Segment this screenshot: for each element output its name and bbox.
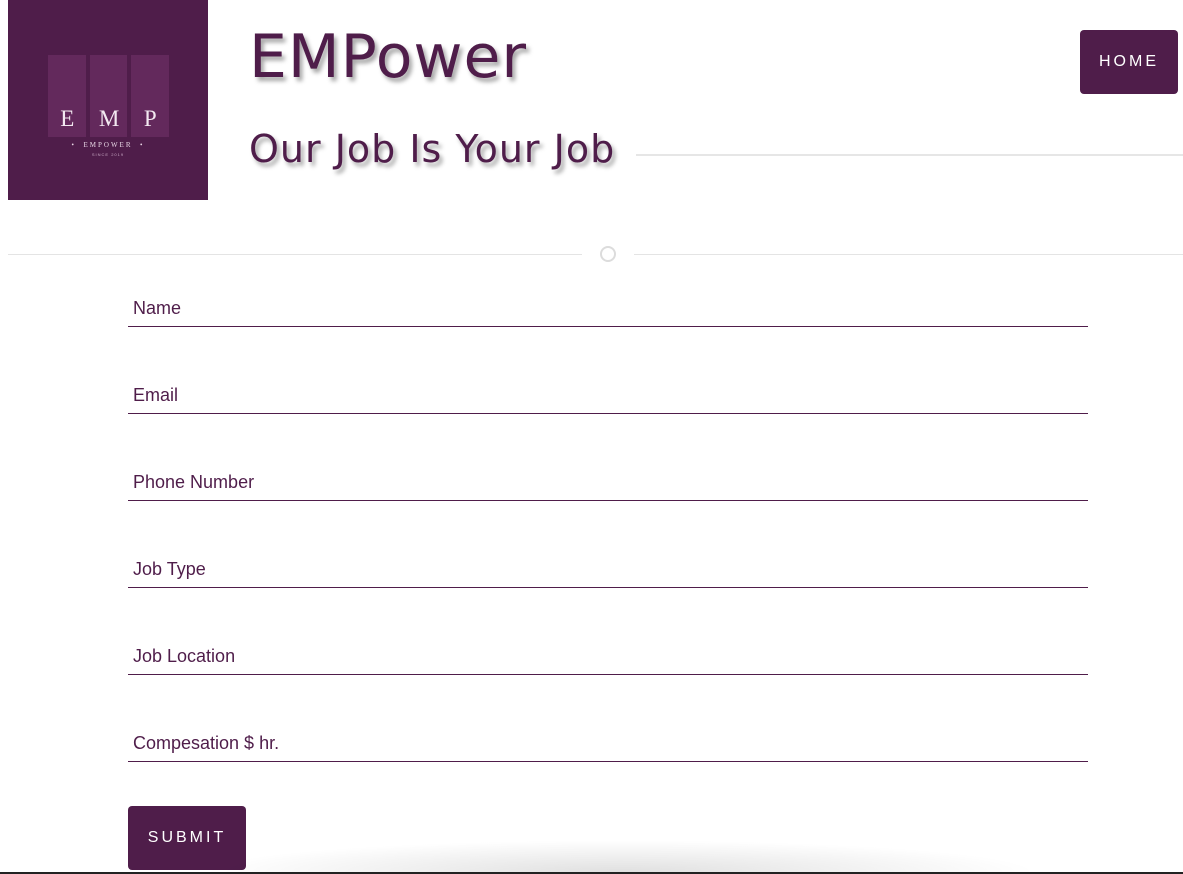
job-type-field — [128, 551, 1088, 588]
bottom-shadow — [200, 840, 1040, 872]
name-field — [128, 290, 1088, 327]
logo-letter: M — [98, 106, 120, 131]
logo-name-text: EMPOWER — [83, 141, 133, 149]
tagline-rule — [636, 154, 1183, 156]
tagline: Our Job Is Your Job — [249, 127, 616, 171]
compensation-input[interactable] — [128, 725, 1088, 761]
section-divider-left — [8, 254, 582, 255]
section-divider-right — [634, 254, 1183, 255]
job-type-input[interactable] — [128, 551, 1088, 587]
logo-subtitle: SINCE 2019 — [91, 152, 125, 157]
site-title: EMPower — [249, 22, 528, 92]
logo-name: • EMPOWER • — [8, 141, 208, 149]
phone-input[interactable] — [128, 464, 1088, 500]
job-location-input[interactable] — [128, 638, 1088, 674]
submit-button[interactable]: SUBMIT — [128, 806, 246, 870]
logo-dot-right: • — [132, 141, 145, 149]
logo-letter: E — [60, 106, 75, 131]
logo[interactable]: E M P • EMPOWER • SINCE 2019 — [8, 0, 208, 200]
phone-field — [128, 464, 1088, 501]
email-field — [128, 377, 1088, 414]
logo-letter: P — [143, 106, 157, 131]
home-button[interactable]: HOME — [1080, 30, 1178, 94]
logo-letters: E M P — [48, 106, 169, 132]
compensation-field — [128, 725, 1088, 762]
name-input[interactable] — [128, 290, 1088, 326]
job-location-field — [128, 638, 1088, 675]
page: E M P • EMPOWER • SINCE 2019 EMPower Our… — [0, 0, 1183, 874]
email-input[interactable] — [128, 377, 1088, 413]
logo-dot-left: • — [71, 141, 84, 149]
section-divider-circle-icon — [600, 246, 616, 262]
